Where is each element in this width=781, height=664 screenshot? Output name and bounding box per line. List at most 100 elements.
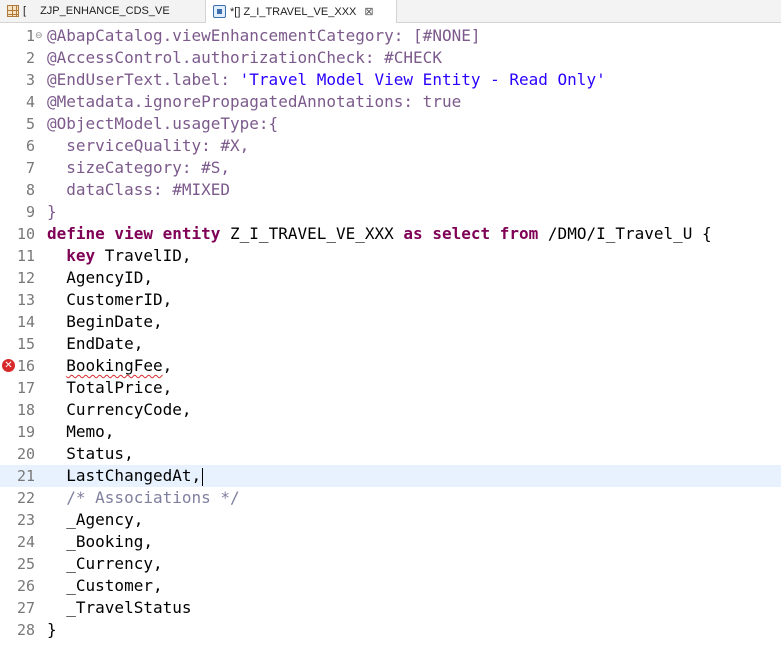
- code-line[interactable]: 25 _Currency,: [0, 553, 781, 575]
- code-text: }: [47, 201, 57, 223]
- code-token: key: [47, 246, 105, 265]
- code-token: @Metadata.ignorePropagatedAnnotations: t…: [47, 92, 462, 111]
- code-text: BookingFee,: [47, 355, 172, 377]
- code-text: Status,: [47, 443, 133, 465]
- code-line[interactable]: ✕ 16 BookingFee,: [0, 355, 781, 377]
- code-line[interactable]: 4 @Metadata.ignorePropagatedAnnotations: …: [0, 91, 781, 113]
- close-icon[interactable]: ⊠: [364, 5, 373, 18]
- line-number: 10: [17, 225, 36, 243]
- code-text: }: [47, 619, 57, 641]
- code-token: BeginDate,: [47, 312, 163, 331]
- tab-z-i-travel-ve-xxx[interactable]: *[ ] Z_I_TRAVEL_VE_XXX ⊠: [205, 0, 397, 23]
- code-line[interactable]: 15 EndDate,: [0, 333, 781, 355]
- tab-prefix: [: [23, 5, 27, 17]
- code-text: BeginDate,: [47, 311, 163, 333]
- code-line[interactable]: 10 define view entity Z_I_TRAVEL_VE_XXX a…: [0, 223, 781, 245]
- code-line[interactable]: 17 TotalPrice,: [0, 377, 781, 399]
- code-text: @Metadata.ignorePropagatedAnnotations: t…: [47, 91, 461, 113]
- code-token: BookingFee: [66, 356, 163, 375]
- code-text: CustomerID,: [47, 289, 172, 311]
- error-marker-icon[interactable]: ✕: [2, 359, 15, 372]
- line-number: 20: [17, 445, 36, 463]
- code-line[interactable]: 9}: [0, 201, 781, 223]
- code-token: }: [47, 202, 57, 221]
- code-text: dataClass: #MIXED: [47, 179, 230, 201]
- code-token: _TravelStatus: [47, 598, 192, 617]
- code-token: CustomerID,: [47, 290, 173, 309]
- line-number: 1: [25, 27, 35, 45]
- code-line[interactable]: 8 dataClass: #MIXED: [0, 179, 781, 201]
- code-line[interactable]: 23 _Agency,: [0, 509, 781, 531]
- code-text: @ObjectModel.usageType:{: [47, 113, 278, 135]
- line-number: 12: [17, 269, 36, 287]
- line-number: 22: [17, 489, 36, 507]
- code-lines: 1 ⊖ @AbapCatalog.viewEnhancementCategory: …: [0, 25, 781, 641]
- text-caret: [202, 467, 204, 486]
- code-token: EndDate,: [47, 334, 144, 353]
- code-token: define view entity: [47, 224, 231, 243]
- line-number: 9: [25, 203, 35, 221]
- line-number: 21: [17, 467, 36, 485]
- code-line[interactable]: 14 BeginDate,: [0, 311, 781, 333]
- code-token: ,: [162, 356, 173, 375]
- line-number: 28: [17, 621, 36, 639]
- code-token: @AccessControl.authorizationCheck: #CHEC…: [47, 48, 442, 67]
- code-line[interactable]: 18 CurrencyCode,: [0, 399, 781, 421]
- code-line[interactable]: 21 LastChangedAt,: [0, 465, 781, 487]
- code-line[interactable]: 1 ⊖ @AbapCatalog.viewEnhancementCategory: …: [0, 25, 781, 47]
- code-line[interactable]: 12 AgencyID,: [0, 267, 781, 289]
- line-number: 16: [17, 357, 36, 375]
- code-line[interactable]: 22 /* Associations */: [0, 487, 781, 509]
- tab-prefix: *[: [230, 5, 238, 18]
- code-line[interactable]: 24 _Booking,: [0, 531, 781, 553]
- code-token: as select from: [403, 224, 548, 243]
- code-line[interactable]: 5 @ObjectModel.usageType:{: [0, 113, 781, 135]
- code-token: @EndUserText.label:: [47, 70, 240, 89]
- code-line[interactable]: 2 @AccessControl.authorizationCheck: #CHE…: [0, 47, 781, 69]
- line-number: 7: [25, 159, 35, 177]
- code-line[interactable]: 13 CustomerID,: [0, 289, 781, 311]
- code-token: 'Travel Model View Entity - Read Only': [239, 70, 606, 89]
- tab-zjp-enhance-cds-ve[interactable]: [ ZJP_ENHANCE_CDS_VE: [0, 0, 205, 22]
- code-line[interactable]: 19 Memo,: [0, 421, 781, 443]
- code-token: LastChangedAt,: [47, 466, 202, 485]
- line-number: 15: [17, 335, 36, 353]
- fold-toggle-icon[interactable]: ⊖: [35, 30, 43, 42]
- code-line[interactable]: 6 serviceQuality: #X,: [0, 135, 781, 157]
- code-text: @AccessControl.authorizationCheck: #CHEC…: [47, 47, 442, 69]
- code-token: @ObjectModel.usageType:{: [47, 114, 279, 133]
- code-text: key TravelID,: [47, 245, 192, 267]
- line-number: 23: [17, 511, 36, 529]
- code-text: TotalPrice,: [47, 377, 172, 399]
- tab-label: ] Z_I_TRAVEL_VE_XXX: [237, 5, 357, 18]
- ddl-grid-icon: [7, 5, 19, 17]
- code-text: EndDate,: [47, 333, 143, 355]
- line-number: 13: [17, 291, 36, 309]
- code-text: CurrencyCode,: [47, 399, 191, 421]
- code-token: TravelID,: [104, 246, 192, 265]
- code-line[interactable]: 3 @EndUserText.label: 'Travel Model View …: [0, 69, 781, 91]
- code-text: Memo,: [47, 421, 114, 443]
- code-token: Z_I_TRAVEL_VE_XXX: [230, 224, 404, 243]
- code-text: _Currency,: [47, 553, 162, 575]
- code-line[interactable]: 20 Status,: [0, 443, 781, 465]
- code-text: @AbapCatalog.viewEnhancementCategory: [#…: [47, 25, 480, 47]
- tab-label: ZJP_ENHANCE_CDS_VE: [40, 5, 170, 17]
- code-token: dataClass: #MIXED: [47, 180, 231, 199]
- code-text: @EndUserText.label: 'Travel Model View E…: [47, 69, 606, 91]
- code-line[interactable]: 11 key TravelID,: [0, 245, 781, 267]
- code-token: _Customer,: [47, 576, 163, 595]
- code-line[interactable]: 27 _TravelStatus: [0, 597, 781, 619]
- line-number: 4: [25, 93, 35, 111]
- code-line[interactable]: 28}: [0, 619, 781, 641]
- line-number: 5: [25, 115, 35, 133]
- code-text: _TravelStatus: [47, 597, 192, 619]
- code-line[interactable]: 26 _Customer,: [0, 575, 781, 597]
- code-line[interactable]: 7 sizeCategory: #S,: [0, 157, 781, 179]
- code-token: TotalPrice,: [47, 378, 173, 397]
- line-number: 17: [17, 379, 36, 397]
- code-editor[interactable]: 1 ⊖ @AbapCatalog.viewEnhancementCategory: …: [0, 23, 781, 664]
- line-number: 27: [17, 599, 36, 617]
- code-token: AgencyID,: [47, 268, 153, 287]
